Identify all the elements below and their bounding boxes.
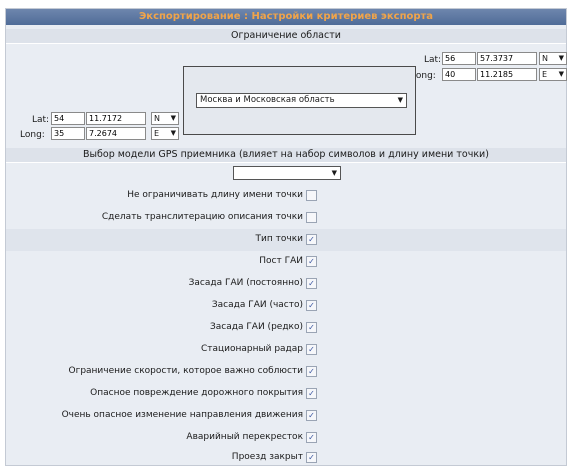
point-type-row: Проезд закрыт ✓: [6, 447, 566, 469]
bottom-long-label: Long:: [20, 130, 45, 140]
bottom-long-dir-value: E: [154, 129, 160, 138]
point-type-label: Очень опасное изменение направления движ…: [61, 410, 303, 420]
top-lat-dir-value: N: [542, 54, 548, 63]
chevron-down-icon: ▼: [558, 70, 564, 78]
point-type-checkbox[interactable]: ✓: [306, 278, 317, 289]
point-type-label: Засада ГАИ (часто): [211, 300, 303, 310]
point-type-checkbox[interactable]: ✓: [306, 452, 317, 463]
window-title: Экспортирование : Настройки критериев эк…: [6, 9, 566, 25]
top-lat-dir-select[interactable]: N ▼: [539, 52, 567, 65]
point-type-checkbox[interactable]: ✓: [306, 388, 317, 399]
checkmark-icon: ✓: [308, 453, 315, 462]
chevron-down-icon: ▼: [397, 96, 403, 104]
point-type-row: Ограничение скорости, которое важно собл…: [6, 361, 566, 383]
point-type-checkbox[interactable]: ✓: [306, 300, 317, 311]
chevron-down-icon: ▼: [558, 54, 564, 62]
checkmark-icon: ✓: [308, 301, 315, 310]
point-type-row: Опасное повреждение дорожного покрытия ✓: [6, 383, 566, 405]
bottom-lat-min-input[interactable]: [86, 112, 146, 125]
point-type-row: Стационарный радар ✓: [6, 339, 566, 361]
point-type-label: Стационарный радар: [200, 344, 303, 354]
point-type-header-row: Тип точки ✓: [6, 229, 566, 251]
bottom-lat-dir-value: N: [154, 114, 160, 123]
gps-section-header: Выбор модели GPS приемника (влияет на на…: [6, 148, 566, 163]
point-type-checkbox[interactable]: ✓: [306, 256, 317, 267]
chevron-down-icon: ▼: [331, 169, 337, 177]
top-long-dir-select[interactable]: E ▼: [539, 68, 567, 81]
point-type-row: Аварийный перекресток ✓: [6, 427, 566, 449]
bottom-lat-label: Lat:: [32, 115, 50, 125]
top-lat-label: Lat:: [424, 55, 442, 65]
top-long-deg-input[interactable]: [442, 68, 476, 81]
point-type-row: Засада ГАИ (постоянно) ✓: [6, 273, 566, 295]
checkmark-icon: ✓: [308, 235, 315, 244]
bottom-long-deg-input[interactable]: [51, 127, 85, 140]
checkmark-icon: ✓: [308, 433, 315, 442]
bottom-long-min-input[interactable]: [86, 127, 146, 140]
export-settings-panel: Экспортирование : Настройки критериев эк…: [5, 8, 567, 466]
option-label: Не ограничивать длину имени точки: [127, 190, 303, 200]
point-type-checkbox[interactable]: ✓: [306, 344, 317, 355]
point-type-checkbox[interactable]: ✓: [306, 366, 317, 377]
point-type-label: Проезд закрыт: [231, 452, 303, 462]
option-row: Не ограничивать длину имени точки: [6, 185, 566, 207]
checkmark-icon: ✓: [308, 279, 315, 288]
point-type-label: Пост ГАИ: [259, 256, 303, 266]
point-type-label: Опасное повреждение дорожного покрытия: [90, 388, 303, 398]
chevron-down-icon: ▼: [170, 129, 176, 137]
bottom-lat-deg-input[interactable]: [51, 112, 85, 125]
point-type-row: Пост ГАИ ✓: [6, 251, 566, 273]
point-type-label: Аварийный перекресток: [186, 432, 303, 442]
checkmark-icon: ✓: [308, 389, 315, 398]
point-type-checkbox[interactable]: ✓: [306, 410, 317, 421]
no-length-limit-checkbox[interactable]: [306, 190, 317, 201]
top-long-min-input[interactable]: [477, 68, 537, 81]
checkmark-icon: ✓: [308, 323, 315, 332]
point-type-checkbox[interactable]: ✓: [306, 432, 317, 443]
point-type-row: Очень опасное изменение направления движ…: [6, 405, 566, 427]
point-type-label: Ограничение скорости, которое важно собл…: [68, 366, 304, 376]
area-section-header: Ограничение области: [6, 29, 566, 44]
gps-model-select[interactable]: ▼: [233, 166, 341, 180]
region-select[interactable]: Москва и Московская область ▼: [196, 93, 407, 108]
point-type-label: Засада ГАИ (редко): [209, 322, 303, 332]
checkmark-icon: ✓: [308, 411, 315, 420]
bottom-lat-dir-select[interactable]: N ▼: [151, 112, 179, 125]
transliteration-checkbox[interactable]: [306, 212, 317, 223]
chevron-down-icon: ▼: [170, 114, 176, 122]
area-bounds-box: Москва и Московская область ▼: [183, 66, 416, 135]
point-type-checkbox[interactable]: ✓: [306, 322, 317, 333]
option-label: Сделать транслитерацию описания точки: [101, 212, 303, 222]
point-type-row: Засада ГАИ (часто) ✓: [6, 295, 566, 317]
option-row: Сделать транслитерацию описания точки: [6, 207, 566, 229]
point-type-all-checkbox[interactable]: ✓: [306, 234, 317, 245]
checkmark-icon: ✓: [308, 345, 315, 354]
checkmark-icon: ✓: [308, 257, 315, 266]
point-type-row: Засада ГАИ (редко) ✓: [6, 317, 566, 339]
top-lat-min-input[interactable]: [477, 52, 537, 65]
checkmark-icon: ✓: [308, 367, 315, 376]
top-long-dir-value: E: [542, 70, 548, 79]
region-value: Москва и Московская область: [200, 95, 335, 105]
point-type-header-label: Тип точки: [255, 234, 303, 244]
point-type-label: Засада ГАИ (постоянно): [188, 278, 303, 288]
bottom-long-dir-select[interactable]: E ▼: [151, 127, 179, 140]
top-lat-deg-input[interactable]: [442, 52, 476, 65]
